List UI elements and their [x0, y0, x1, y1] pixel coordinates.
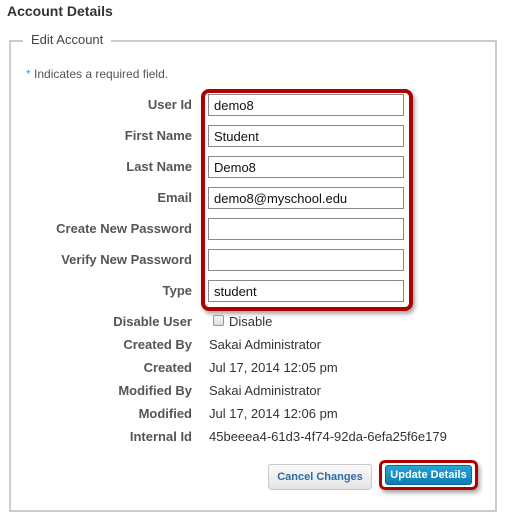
user-id-input[interactable] [208, 94, 404, 116]
created-value: Jul 17, 2014 12:05 pm [209, 360, 338, 375]
first-name-row: First Name [0, 125, 511, 147]
verify-password-input[interactable] [208, 249, 404, 271]
type-row: Type [0, 280, 511, 302]
create-password-row: Create New Password [0, 218, 511, 240]
last-name-input[interactable] [208, 156, 404, 178]
email-row: Email [0, 187, 511, 209]
created-by-value: Sakai Administrator [209, 337, 321, 352]
create-password-input[interactable] [208, 218, 404, 240]
email-input[interactable] [208, 187, 404, 209]
created-label: Created [143, 360, 192, 375]
fieldset-legend: Edit Account [23, 32, 112, 47]
modified-by-label: Modified By [118, 383, 192, 398]
last-name-row: Last Name [0, 156, 511, 178]
internal-id-label: Internal Id [129, 429, 192, 444]
disable-checkbox[interactable] [213, 315, 224, 326]
internal-id-value: 45beeea4-61d3-4f74-92da-6efa25f6e179 [209, 429, 447, 444]
modified-by-row: Modified By Sakai Administrator [0, 380, 511, 402]
modified-row: Modified Jul 17, 2014 12:06 pm [0, 403, 511, 425]
modified-by-value: Sakai Administrator [209, 383, 321, 398]
user-id-row: User Id [0, 94, 511, 116]
verify-password-label: Verify New Password [61, 252, 192, 267]
required-field-note: * Indicates a required field. [26, 67, 168, 81]
email-label: Email [157, 190, 192, 205]
first-name-input[interactable] [208, 125, 404, 147]
update-details-button[interactable]: Update Details [385, 465, 472, 485]
modified-value: Jul 17, 2014 12:06 pm [209, 406, 338, 421]
internal-id-row: Internal Id 45beeea4-61d3-4f74-92da-6efa… [0, 426, 511, 448]
cancel-changes-button[interactable]: Cancel Changes [268, 464, 372, 490]
create-password-label: Create New Password [56, 221, 192, 236]
user-id-label: User Id [147, 97, 192, 112]
created-row: Created Jul 17, 2014 12:05 pm [0, 357, 511, 379]
created-by-label: Created By [123, 337, 192, 352]
update-button-highlight-annotation: Update Details [379, 460, 478, 490]
created-by-row: Created By Sakai Administrator [0, 334, 511, 356]
modified-label: Modified [138, 406, 192, 421]
type-input[interactable] [208, 280, 404, 302]
disable-checkbox-label[interactable]: Disable [229, 314, 272, 329]
disable-user-row: Disable User Disable [0, 311, 511, 333]
last-name-label: Last Name [126, 159, 192, 174]
required-note-text: Indicates a required field. [30, 67, 169, 81]
first-name-label: First Name [124, 128, 192, 143]
page-title: Account Details [7, 3, 113, 19]
disable-user-label: Disable User [113, 314, 192, 329]
type-label: Type [162, 283, 192, 298]
verify-password-row: Verify New Password [0, 249, 511, 271]
